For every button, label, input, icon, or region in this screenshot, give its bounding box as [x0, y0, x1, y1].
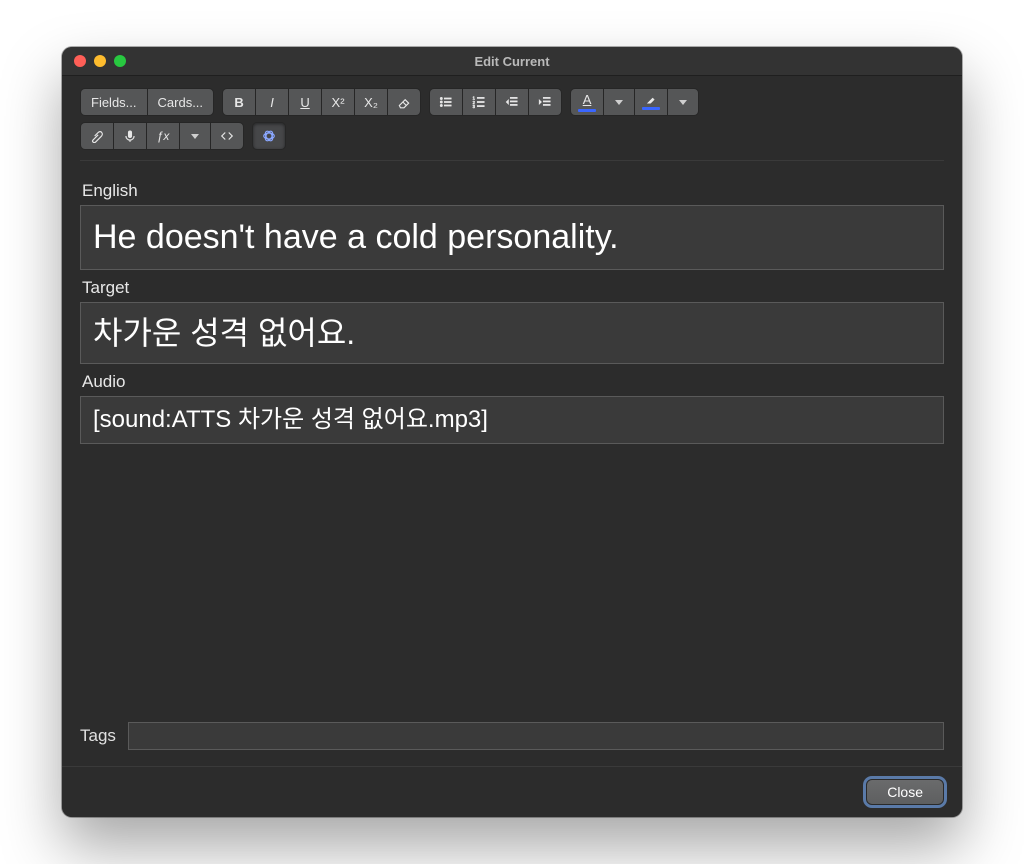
- highlight-color-button[interactable]: [634, 88, 667, 116]
- chevron-down-icon: [191, 134, 199, 139]
- subscript-button[interactable]: X₂: [354, 88, 387, 116]
- text-color-swatch: [578, 109, 596, 112]
- indent-button[interactable]: [528, 88, 562, 116]
- fx-icon: ƒx: [157, 129, 170, 143]
- highlight-color-dropdown[interactable]: [667, 88, 699, 116]
- attach-button[interactable]: [80, 122, 113, 150]
- superscript-button[interactable]: X²: [321, 88, 354, 116]
- highlighter-icon: [644, 95, 658, 105]
- tags-row: Tags: [80, 722, 944, 750]
- text-color-dropdown[interactable]: [603, 88, 634, 116]
- fields-button[interactable]: Fields...: [80, 88, 147, 116]
- toolbar: Fields... Cards... B I U X² X₂: [80, 88, 944, 161]
- target-field[interactable]: 차가운 성격 없어요.: [80, 302, 944, 364]
- english-label: English: [82, 181, 944, 201]
- close-window-icon[interactable]: [74, 55, 86, 67]
- chevron-down-icon: [679, 100, 687, 105]
- fields-area: English He doesn't have a cold personali…: [80, 173, 944, 750]
- indent-icon: [538, 95, 552, 109]
- audio-field[interactable]: [sound:ATTS 차가운 성격 없어요.mp3]: [80, 396, 944, 444]
- text-color-button[interactable]: A: [570, 88, 603, 116]
- content-area: Fields... Cards... B I U X² X₂: [62, 76, 962, 766]
- italic-button[interactable]: I: [255, 88, 288, 116]
- footer: Close: [62, 766, 962, 817]
- tags-input[interactable]: [128, 722, 944, 750]
- superscript-icon: X²: [332, 95, 345, 110]
- code-icon: [220, 129, 234, 143]
- ordered-list-icon: 123: [472, 95, 486, 109]
- bold-button[interactable]: B: [222, 88, 255, 116]
- ordered-list-button[interactable]: 123: [462, 88, 495, 116]
- clear-formatting-button[interactable]: [387, 88, 421, 116]
- zoom-window-icon[interactable]: [114, 55, 126, 67]
- highlight-color-swatch: [642, 107, 660, 110]
- outdent-icon: [505, 95, 519, 109]
- underline-icon: U: [300, 95, 309, 110]
- svg-text:3: 3: [473, 104, 476, 109]
- equation-dropdown[interactable]: [179, 122, 210, 150]
- edit-current-window: Edit Current Fields... Cards... B I U X²…: [62, 47, 962, 817]
- italic-icon: I: [270, 95, 274, 110]
- paperclip-icon: [90, 129, 104, 143]
- text-color-icon: A: [583, 92, 592, 107]
- window-title: Edit Current: [62, 54, 962, 69]
- chevron-down-icon: [615, 100, 623, 105]
- subscript-icon: X₂: [364, 95, 378, 110]
- titlebar: Edit Current: [62, 47, 962, 76]
- unordered-list-button[interactable]: [429, 88, 462, 116]
- cards-button[interactable]: Cards...: [147, 88, 215, 116]
- unordered-list-icon: [439, 95, 453, 109]
- microphone-icon: [123, 129, 137, 143]
- underline-button[interactable]: U: [288, 88, 321, 116]
- tags-label: Tags: [80, 726, 116, 746]
- addon-button[interactable]: [252, 122, 286, 150]
- window-controls: [74, 55, 126, 67]
- target-label: Target: [82, 278, 944, 298]
- bold-icon: B: [234, 95, 243, 110]
- globe-icon: [262, 129, 276, 143]
- close-button[interactable]: Close: [866, 779, 944, 805]
- outdent-button[interactable]: [495, 88, 528, 116]
- html-editor-button[interactable]: [210, 122, 244, 150]
- minimize-window-icon[interactable]: [94, 55, 106, 67]
- record-audio-button[interactable]: [113, 122, 146, 150]
- equation-button[interactable]: ƒx: [146, 122, 179, 150]
- audio-label: Audio: [82, 372, 944, 392]
- english-field[interactable]: He doesn't have a cold personality.: [80, 205, 944, 270]
- eraser-icon: [397, 95, 411, 109]
